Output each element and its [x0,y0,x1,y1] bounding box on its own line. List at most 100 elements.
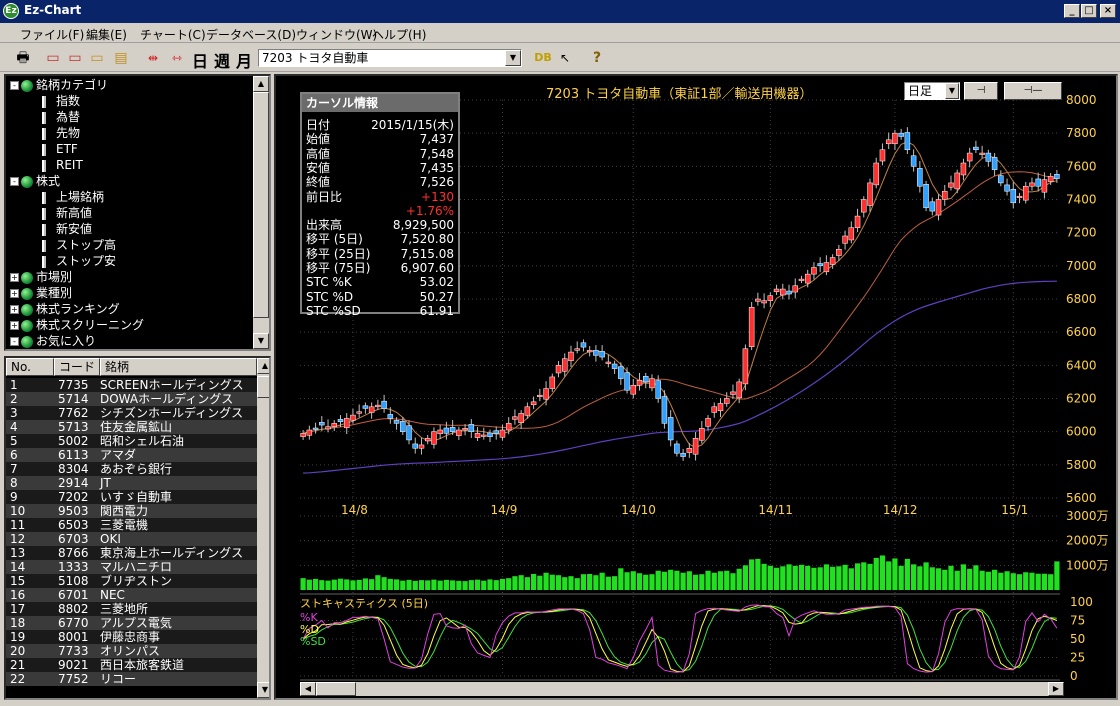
copy-doc-icon[interactable]: ▭ [66,49,84,67]
list-item[interactable]: 13 8766 東京海上ホールディングス [6,546,257,560]
list-item[interactable]: 18 6770 アルプス電気 [6,616,257,630]
volume-bar [393,579,400,590]
minimize-button[interactable]: _ [1064,4,1080,18]
tree-item[interactable]: 先物 [42,125,80,141]
tree-item[interactable]: + 株式ランキング [10,301,120,317]
list-item[interactable]: 5 5002 昭和シェル石油 [6,434,257,448]
list-item[interactable]: 15 5108 ブリヂストン [6,574,257,588]
cursor-info-value: 7,548 [419,146,454,161]
list-item[interactable]: 4 5713 住友金属鉱山 [6,420,257,434]
menu-window[interactable]: ウィンドウ(W) [296,26,377,43]
expand-icon[interactable]: + [10,273,19,282]
list-item[interactable]: 16 6701 NEC [6,588,257,602]
list-item[interactable]: 6 6113 アマダ [6,448,257,462]
chevron-down-icon[interactable]: ▼ [945,83,959,99]
candle-body [873,162,879,186]
scroll-down-icon[interactable]: ▼ [257,682,269,698]
stoch-tick-label: 75 [1070,614,1085,628]
chart-panel[interactable]: 8000 7800 7600 7400 7200 7000 6800 6600 6400 6200… [274,74,1118,700]
volume-bar [1010,573,1016,590]
tree-item[interactable]: ETF [42,141,78,157]
scroll-down-icon[interactable]: ▼ [253,333,269,349]
tree-item[interactable]: ストップ安 [42,253,116,269]
list-item[interactable]: 14 1333 マルハニチロ [6,560,257,574]
help-icon[interactable]: ? [588,49,606,67]
tree-item[interactable]: - 銘柄カテゴリ [10,77,108,93]
expand-icon[interactable]: + [10,321,19,330]
expand-icon[interactable]: + [10,289,19,298]
tree-item[interactable]: ストップ高 [42,237,116,253]
scroll-right-icon[interactable]: ▶ [1048,682,1064,696]
print-icon[interactable]: 🖶 [14,49,32,67]
doc-icon [42,207,46,220]
list-item[interactable]: 21 9021 西日本旅客鉄道 [6,658,257,672]
db-icon[interactable]: DB [534,49,552,67]
stock-combo[interactable]: 7203 トヨタ自動車 ▼ [258,49,522,67]
list-item[interactable]: 17 8802 三菱地所 [6,602,257,616]
tree-item[interactable]: 為替 [42,109,80,125]
list-item[interactable]: 9 7202 いすゞ自動車 [6,490,257,504]
daily-button[interactable]: 日 [192,48,208,72]
list-item[interactable]: 3 7762 シチズンホールディングス [6,406,257,420]
collapse-icon[interactable]: - [10,177,19,186]
pointer-help-icon[interactable]: ↖ [556,49,574,67]
chevron-down-icon[interactable]: ▼ [505,50,521,66]
menu-help[interactable]: ヘルプ(H) [372,26,426,43]
tree-item[interactable]: REIT [42,157,83,173]
date-tick-label: 14/10 [621,503,656,517]
list-item[interactable]: 12 6703 OKI [6,532,257,546]
expand-chart-icon[interactable]: ⇿ [168,49,186,67]
maximize-button[interactable]: □ [1081,4,1097,18]
period-select[interactable]: 日足 ▼ [904,82,960,100]
cursor-info-label: 移平 (5日) [306,232,363,247]
scroll-up-icon[interactable]: ▲ [253,76,269,92]
notes-icon[interactable]: ▤ [112,49,130,67]
scroll-thumb[interactable] [316,682,356,696]
list-item[interactable]: 10 9503 関西電力 [6,504,257,518]
list-item[interactable]: 22 7752 リコー [6,672,257,686]
menu-database[interactable]: データベース(D) [206,26,296,43]
tree-item[interactable]: 指数 [42,93,80,109]
list-item[interactable]: 7 8304 あおぞら銀行 [6,462,257,476]
candle-body [699,428,705,441]
weekly-button[interactable]: 週 [214,48,230,72]
expand-icon[interactable]: + [10,305,19,314]
menu-chart[interactable]: チャート(C) [140,26,206,43]
tree-scrollbar[interactable]: ▲ ▼ [253,76,269,349]
collapse-icon[interactable]: - [10,337,19,346]
list-item[interactable]: 11 6503 三菱電機 [6,518,257,532]
list-item[interactable]: 1 7735 SCREENホールディングス [6,378,257,392]
tree-item[interactable]: + 株式スクリーニング [10,317,144,333]
list-item[interactable]: 8 2914 JT [6,476,257,490]
tree-item[interactable]: - お気に入り [10,333,96,349]
tree-item[interactable]: 上場銘柄 [42,189,104,205]
collapse-icon[interactable]: - [10,81,19,90]
menu-edit[interactable]: 編集(E) [86,26,127,43]
zoom-in-button[interactable]: ⊣— [1004,82,1062,100]
tree-item[interactable]: 新高値 [42,205,92,221]
volume-bar [362,578,369,590]
header-name[interactable]: 銘柄 [100,358,257,376]
tree-item[interactable]: + 市場別 [10,269,72,285]
shrink-chart-icon[interactable]: ⇹ [144,49,162,67]
scroll-left-icon[interactable]: ◀ [300,682,316,696]
list-item[interactable]: 19 8001 伊藤忠商事 [6,630,257,644]
chart-hscrollbar[interactable]: ◀ ▶ [300,682,1064,696]
new-doc-icon[interactable]: ▭ [44,49,62,67]
scroll-thumb[interactable] [253,92,269,318]
tree-item[interactable]: 新安値 [42,221,92,237]
paste-doc-icon[interactable]: ▭ [88,49,106,67]
list-item[interactable]: 20 7733 オリンパス [6,644,257,658]
header-no[interactable]: No. [6,358,54,376]
scroll-up-icon[interactable]: ▲ [257,358,269,374]
tree-item[interactable]: + 業種別 [10,285,72,301]
tree-item[interactable]: - 株式 [10,173,60,189]
list-item[interactable]: 2 5714 DOWAホールディングス [6,392,257,406]
close-button[interactable]: × [1100,4,1116,18]
zoom-out-button[interactable]: ⊣ [964,82,998,100]
monthly-button[interactable]: 月 [236,48,252,72]
header-code[interactable]: コード [54,358,100,376]
list-scrollbar[interactable]: ▲ ▼ [257,358,269,698]
scroll-thumb[interactable] [257,376,269,398]
menu-file[interactable]: ファイル(F) [20,26,84,43]
